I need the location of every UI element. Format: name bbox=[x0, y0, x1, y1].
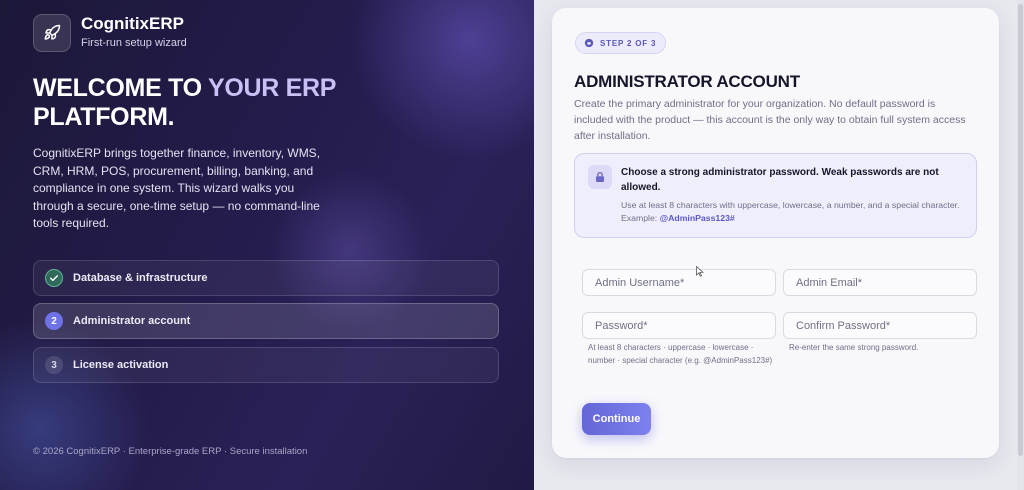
headline-accent: YOUR ERP bbox=[207, 74, 336, 102]
welcome-headline: WELCOME TO YOUR ERP PLATFORM. bbox=[33, 74, 363, 132]
brand-name: CognitixERP bbox=[81, 14, 184, 33]
alert-title: Choose a strong administrator password. … bbox=[621, 167, 939, 193]
brand-subtitle: First-run setup wizard bbox=[81, 37, 187, 49]
lock-icon bbox=[588, 165, 612, 189]
scrollbar-thumb[interactable] bbox=[1018, 4, 1023, 456]
headline-part1: WELCOME TO bbox=[33, 74, 208, 102]
confirm-password-input[interactable] bbox=[783, 312, 977, 339]
password-hint: At least 8 characters · uppercase · lowe… bbox=[588, 343, 773, 365]
alert-text: Use at least 8 characters with uppercase… bbox=[621, 199, 961, 225]
step-label: License activation bbox=[73, 359, 169, 371]
page-title: ADMINISTRATOR ACCOUNT bbox=[574, 72, 800, 91]
step-administrator[interactable]: 2 Administrator account bbox=[33, 303, 499, 339]
password-input[interactable] bbox=[582, 312, 776, 339]
step-number: 2 bbox=[45, 312, 63, 330]
alert-example: @AdminPass123# bbox=[659, 213, 735, 223]
intro-text: CognitixERP brings together finance, inv… bbox=[33, 146, 321, 230]
left-panel: CognitixERP First-run setup wizard WELCO… bbox=[0, 0, 534, 490]
headline-part2: PLATFORM. bbox=[33, 103, 175, 131]
step-database[interactable]: Database & infrastructure bbox=[33, 260, 499, 296]
step-chip: STEP 2 OF 3 bbox=[575, 32, 667, 54]
page-description: Create the primary administrator for you… bbox=[574, 98, 966, 142]
rocket-icon bbox=[33, 14, 71, 52]
confirm-password-hint: Re-enter the same strong password. bbox=[789, 343, 919, 352]
admin-username-input[interactable] bbox=[582, 269, 776, 296]
check-icon bbox=[45, 269, 63, 287]
setup-card: STEP 2 OF 3 ADMINISTRATOR ACCOUNT Create… bbox=[552, 8, 999, 458]
step-chip-label: STEP 2 OF 3 bbox=[600, 38, 657, 48]
step-license[interactable]: 3 License activation bbox=[33, 347, 499, 383]
admin-email-input[interactable] bbox=[783, 269, 977, 296]
mouse-cursor-icon bbox=[696, 264, 705, 282]
step-label: Administrator account bbox=[73, 315, 191, 327]
footer-text: © 2026 CognitixERP · Enterprise-grade ER… bbox=[33, 446, 308, 457]
continue-button[interactable]: Continue bbox=[582, 403, 651, 435]
step-number: 3 bbox=[45, 356, 63, 374]
shield-icon bbox=[584, 38, 594, 48]
step-label: Database & infrastructure bbox=[73, 272, 208, 284]
password-alert: Choose a strong administrator password. … bbox=[574, 153, 977, 238]
